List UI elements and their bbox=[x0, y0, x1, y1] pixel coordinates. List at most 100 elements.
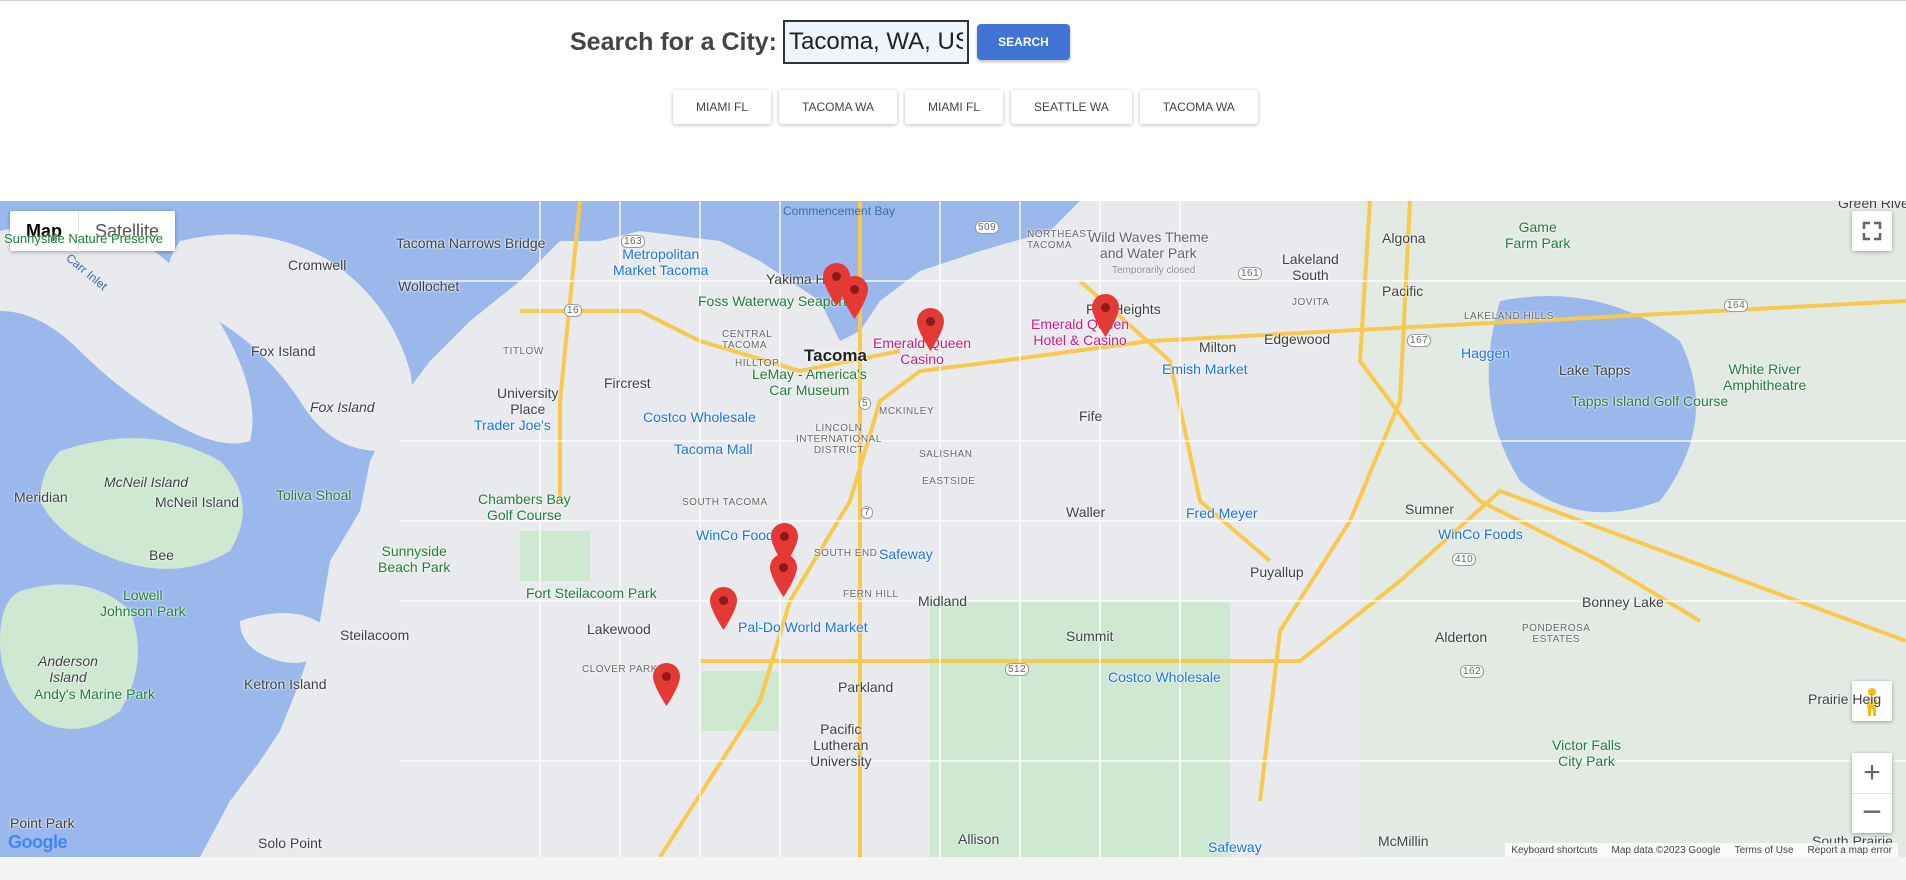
google-logo-text: Google bbox=[8, 832, 68, 852]
map-label-lakeland-south: Lakeland South bbox=[1282, 251, 1339, 283]
recent-search-button[interactable]: SEATTLE WA bbox=[1011, 90, 1132, 124]
search-button[interactable]: SEARCH bbox=[977, 24, 1071, 60]
route-shield: 161 bbox=[1238, 267, 1263, 280]
map-label-mcneil-island-water: McNeil Island bbox=[104, 474, 189, 490]
map-district-jovita: JOVITA bbox=[1292, 297, 1330, 308]
map-label-bee: Bee bbox=[149, 547, 174, 563]
map-label-cromwell: Cromwell bbox=[288, 257, 347, 273]
map-label-metropolitan-market: Metropolitan Market Tacoma bbox=[613, 246, 709, 278]
map-label-pal-do: Pal-Do World Market bbox=[738, 619, 868, 635]
map-label-fircrest: Fircrest bbox=[604, 375, 651, 391]
recent-search-button[interactable]: TACOMA WA bbox=[779, 90, 898, 124]
map-district-eastside: EASTSIDE bbox=[922, 476, 976, 487]
map-district-south-tacoma: SOUTH TACOMA bbox=[682, 497, 768, 508]
route-shield: 163 bbox=[621, 235, 646, 248]
recent-search-button[interactable]: MIAMI FL bbox=[673, 90, 772, 124]
location-marker[interactable] bbox=[841, 276, 868, 319]
map-label-tacoma: Tacoma bbox=[804, 346, 867, 365]
map-canvas[interactable]: Map Satellite + − Tacoma Cromwell Wolloc… bbox=[0, 201, 1906, 857]
map-label-wollochet: Wollochet bbox=[398, 278, 460, 294]
map-label-pacific: Pacific bbox=[1382, 283, 1424, 299]
terms-of-use-link[interactable]: Terms of Use bbox=[1735, 845, 1794, 856]
map-label-lakewood: Lakewood bbox=[587, 621, 651, 637]
map-label-andys-marine-park: Andy's Marine Park bbox=[34, 686, 155, 702]
map-label-milton: Milton bbox=[1199, 339, 1237, 355]
map-label-algona: Algona bbox=[1382, 230, 1426, 246]
keyboard-shortcuts-link[interactable]: Keyboard shortcuts bbox=[1511, 845, 1597, 856]
map-label-parkland: Parkland bbox=[838, 679, 894, 695]
map-label-fort-steilacoom: Fort Steilacoom Park bbox=[526, 585, 657, 601]
map-label-winco-tacoma: WinCo Foods bbox=[696, 527, 781, 543]
map-label-university-place: University Place bbox=[497, 385, 559, 417]
location-marker[interactable] bbox=[917, 308, 944, 351]
map-label-fox-island-town: Fox Island bbox=[251, 343, 316, 359]
map-district-mckinley: MCKINLEY bbox=[879, 406, 935, 417]
map-label-fred-meyer: Fred Meyer bbox=[1186, 505, 1258, 521]
zoom-controls: + − bbox=[1852, 753, 1892, 833]
map-label-tapps-island: Tapps Island Golf Course bbox=[1571, 393, 1729, 409]
map-district-hilltop: HILLTOP bbox=[735, 358, 780, 369]
search-bar: Search for a City: SEARCH bbox=[570, 20, 1071, 64]
map-attribution: Keyboard shortcuts Map data ©2023 Google… bbox=[1505, 843, 1898, 857]
route-shield: 512 bbox=[1005, 663, 1030, 676]
map-label-mcneil-island: McNeil Island bbox=[155, 494, 240, 510]
map-label-ketron-island: Ketron Island bbox=[244, 676, 327, 692]
map-label-sunnyside-beach: Sunnyside Beach Park bbox=[378, 543, 451, 575]
location-marker[interactable] bbox=[770, 554, 797, 597]
recent-search-button[interactable]: TACOMA WA bbox=[1139, 90, 1258, 124]
map-label-lowell-johnson-park: Lowell Johnson Park bbox=[100, 587, 186, 619]
map-label-costco-tacoma: Costco Wholesale bbox=[643, 409, 756, 425]
map-district-ponderosa: PONDEROSA ESTATES bbox=[1522, 623, 1591, 645]
recent-search-button[interactable]: MIAMI FL bbox=[905, 90, 1004, 124]
zoom-out-button[interactable]: − bbox=[1852, 793, 1892, 834]
map-label-white-river: White River Amphitheatre bbox=[1723, 361, 1807, 393]
route-shield: 410 bbox=[1452, 553, 1477, 566]
fullscreen-button[interactable] bbox=[1852, 211, 1892, 251]
map-label-allison: Allison bbox=[958, 831, 1000, 847]
map-label-point-park: Point Park bbox=[10, 815, 75, 831]
map-label-waller: Waller bbox=[1066, 504, 1106, 520]
map-label-puyallup: Puyallup bbox=[1250, 564, 1304, 580]
map-label-summit: Summit bbox=[1066, 628, 1114, 644]
map-label-anderson-island: Anderson Island bbox=[38, 653, 98, 685]
location-marker[interactable] bbox=[710, 587, 737, 630]
map-label-emish-market: Emish Market bbox=[1162, 361, 1248, 377]
zoom-in-button[interactable]: + bbox=[1852, 753, 1892, 793]
map-label-lemay-museum: LeMay - America's Car Museum bbox=[752, 366, 867, 398]
map-district-clover-park: CLOVER PARK bbox=[582, 664, 658, 675]
map-label-meridian: Meridian bbox=[14, 489, 68, 505]
map-district-fern-hill: FERN HILL bbox=[843, 589, 899, 600]
route-shield: 5 bbox=[859, 397, 872, 410]
map-label-sunnyside-preserve: Sunnyside Nature Preserve bbox=[4, 231, 163, 246]
map-label-prairie-heights: Prairie Heig bbox=[1808, 691, 1882, 707]
google-logo: Google bbox=[8, 832, 68, 853]
fullscreen-icon bbox=[1862, 221, 1882, 241]
route-shield: 164 bbox=[1724, 299, 1749, 312]
map-label-lake-tapps: Lake Tapps bbox=[1559, 362, 1631, 378]
map-district-lincoln: LINCOLN INTERNATIONAL DISTRICT bbox=[796, 423, 882, 456]
map-label-winco-sumner: WinCo Foods bbox=[1438, 526, 1523, 542]
map-district-central-tacoma: CENTRAL TACOMA bbox=[722, 329, 773, 351]
search-label: Search for a City: bbox=[570, 27, 778, 56]
page-bottom-strip bbox=[0, 857, 1906, 880]
map-label-plu: Pacific Lutheran University bbox=[810, 721, 872, 769]
route-shield: 162 bbox=[1460, 665, 1485, 678]
location-marker[interactable] bbox=[653, 663, 680, 706]
map-label-wild-waves-status: Temporarily closed bbox=[1112, 265, 1196, 276]
report-map-error-link[interactable]: Report a map error bbox=[1808, 845, 1892, 856]
map-label-fife: Fife bbox=[1079, 408, 1103, 424]
map-label-game-farm-park: Game Farm Park bbox=[1505, 219, 1571, 251]
map-label-alderton: Alderton bbox=[1435, 629, 1488, 645]
map-label-haggen: Haggen bbox=[1461, 345, 1511, 361]
map-label-edgewood: Edgewood bbox=[1264, 331, 1331, 347]
map-label-steilacoom: Steilacoom bbox=[340, 627, 410, 643]
map-data-attribution: Map data ©2023 Google bbox=[1611, 844, 1721, 856]
map-label-safeway-midland: Safeway bbox=[879, 546, 933, 562]
map-label-sumner: Sumner bbox=[1405, 501, 1455, 517]
city-search-input[interactable] bbox=[783, 20, 970, 64]
map-district-south-end: SOUTH END bbox=[814, 548, 878, 559]
map-district-salishan: SALISHAN bbox=[919, 449, 973, 460]
map-label-chambers-bay: Chambers Bay Golf Course bbox=[478, 491, 571, 523]
location-marker[interactable] bbox=[1092, 294, 1119, 337]
map-district-titlow: TITLOW bbox=[503, 346, 544, 357]
